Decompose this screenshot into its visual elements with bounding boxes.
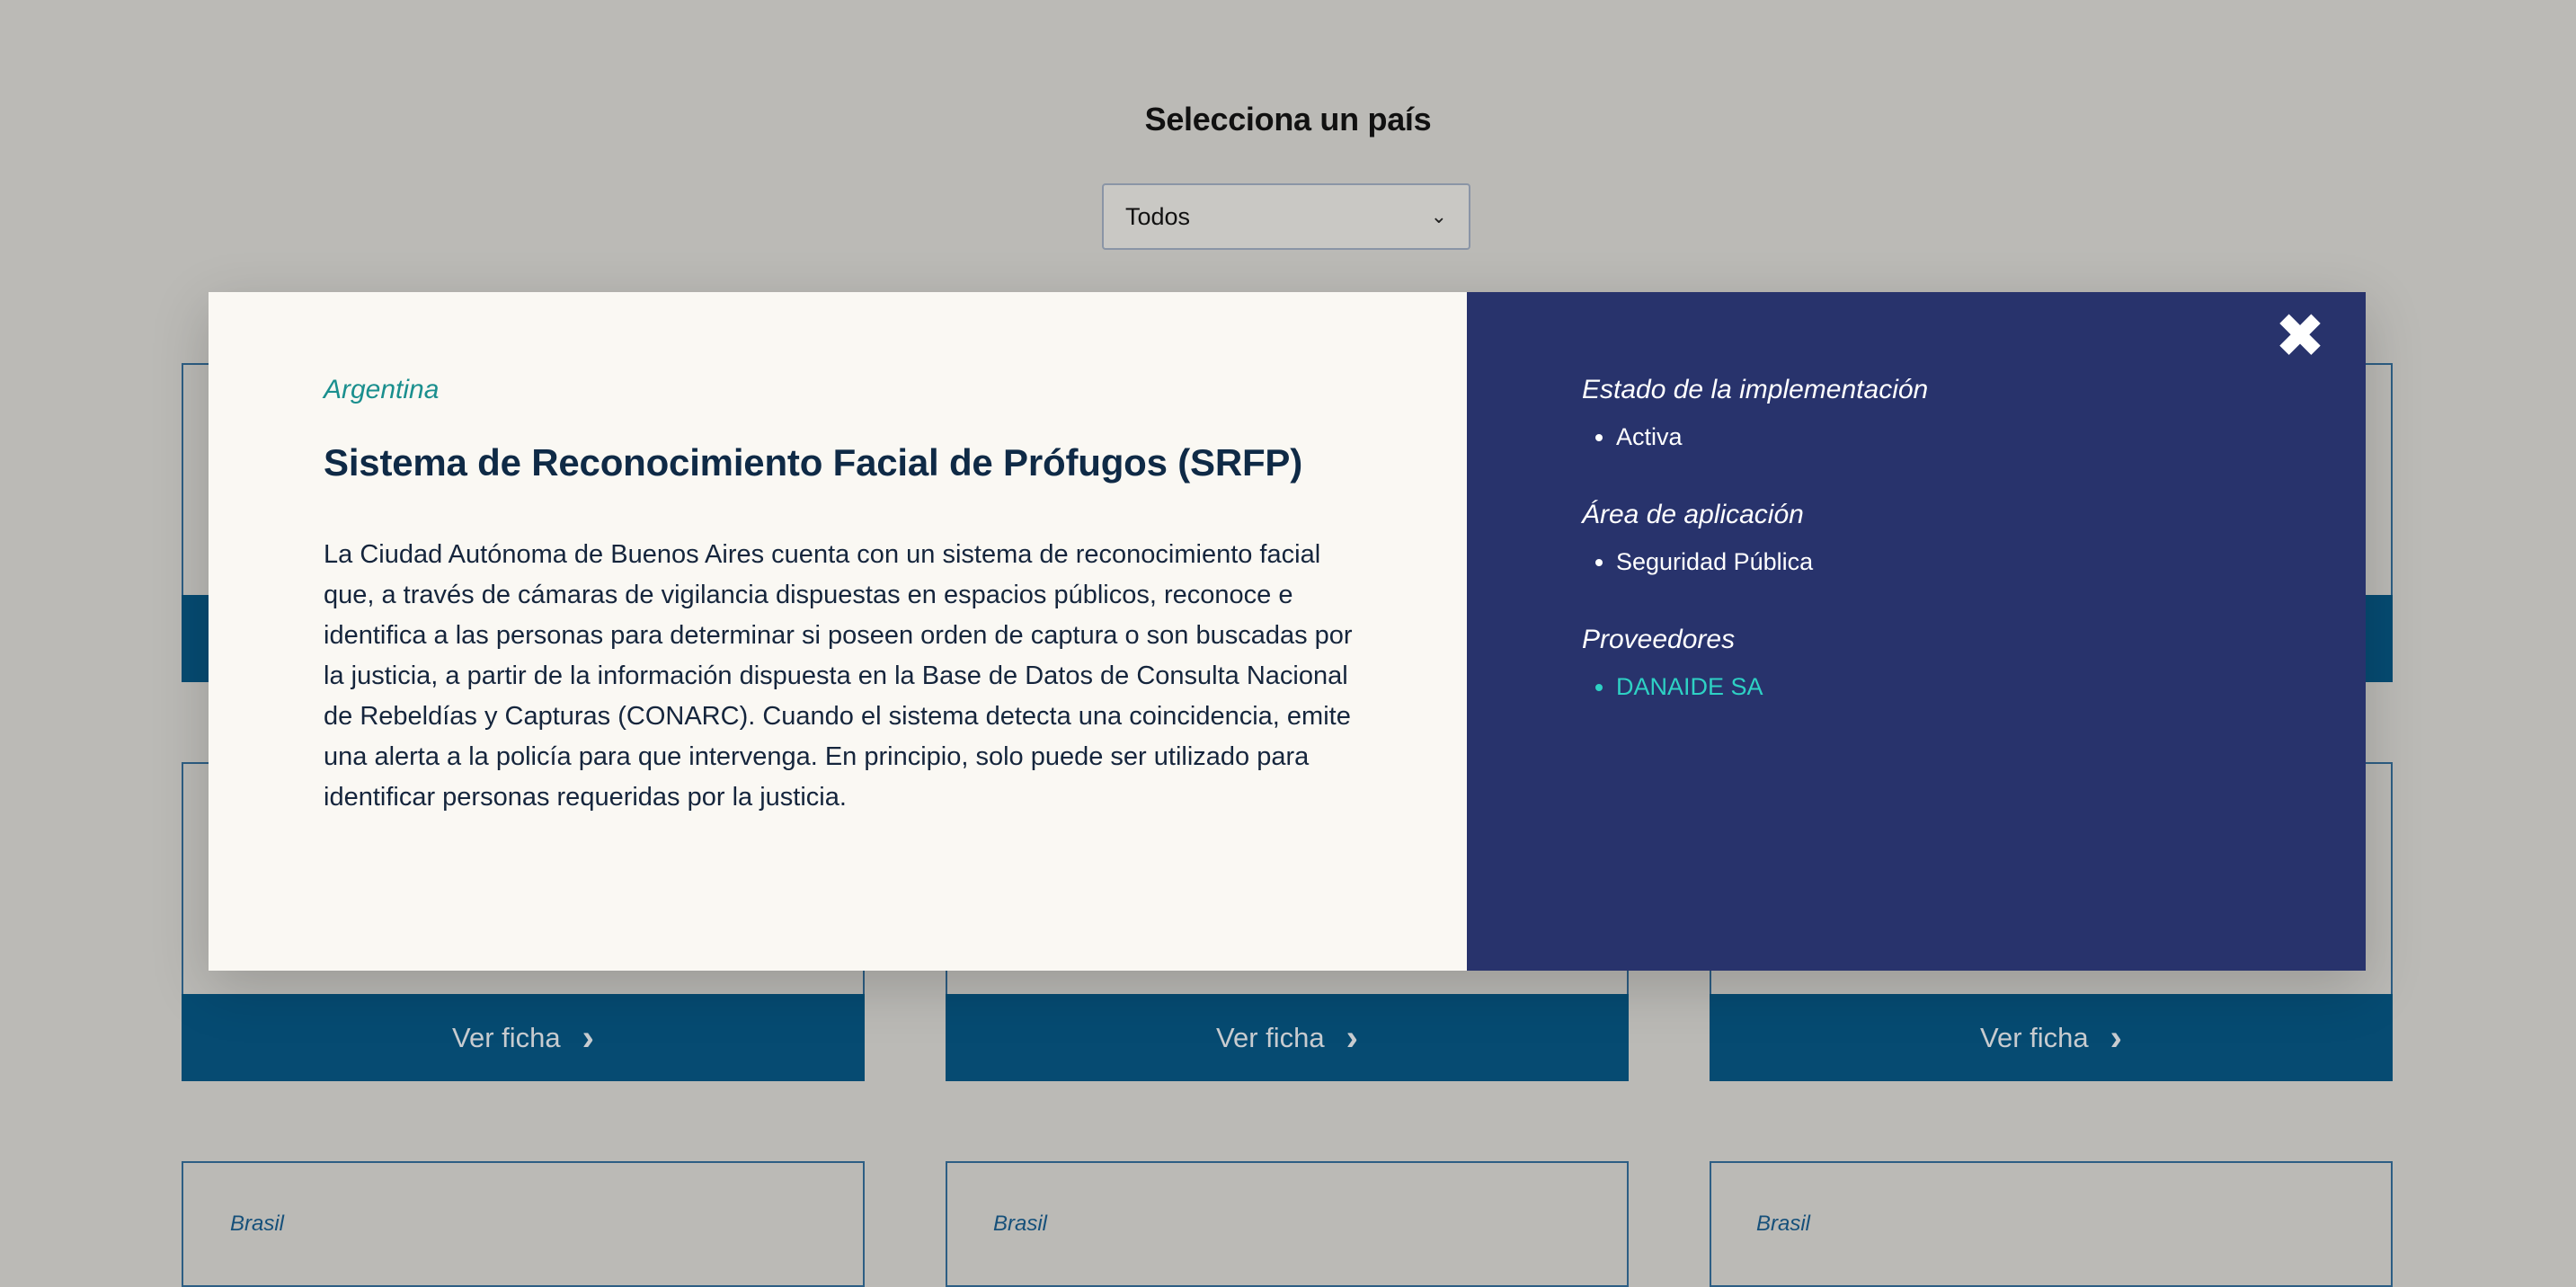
chevron-right-icon: › [582,1017,594,1058]
chevron-right-icon: › [2110,1017,2122,1058]
area-heading: Área de aplicación [1582,500,1804,529]
card-country: Brasil [1756,1212,1811,1236]
country-select-value: Todos [1125,202,1191,230]
status-heading: Estado de la implementación [1582,375,1929,404]
page-title: Selecciona un país [1144,101,1432,138]
country-select[interactable]: Todos ⌄ [1102,183,1470,250]
view-sheet-label: Ver ficha [1216,1021,1325,1053]
provider-link[interactable]: DANAIDE SA [1616,673,2258,701]
status-value: Activa [1616,423,2258,451]
project-detail-modal: Argentina Sistema de Reconocimiento Faci… [209,292,2366,971]
card-country: Brasil [230,1212,285,1236]
modal-info-panel: ✖ Estado de la implementación Activa Áre… [1467,292,2366,971]
view-sheet-button[interactable]: Ver ficha › [182,994,865,1081]
card-country: Brasil [993,1212,1048,1236]
modal-main-panel: Argentina Sistema de Reconocimiento Faci… [209,292,1467,971]
project-card[interactable] [1710,1161,2393,1287]
area-section: Área de aplicación Seguridad Pública [1582,500,2258,576]
view-sheet-button[interactable]: Ver ficha › [1710,994,2393,1081]
area-value: Seguridad Pública [1616,548,2258,576]
view-sheet-label: Ver ficha [1980,1021,2089,1053]
chevron-down-icon: ⌄ [1430,205,1447,227]
providers-section: Proveedores DANAIDE SA [1582,625,2258,701]
modal-country: Argentina [324,375,440,404]
view-sheet-label: Ver ficha [452,1021,561,1053]
modal-title: Sistema de Reconocimiento Facial de Próf… [324,441,1303,484]
status-section: Estado de la implementación Activa [1582,375,2258,451]
modal-description: La Ciudad Autónoma de Buenos Aires cuent… [324,540,1353,812]
close-icon[interactable]: ✖ [2269,305,2332,368]
view-sheet-button[interactable]: Ver ficha › [946,994,1629,1081]
chevron-right-icon: › [1346,1017,1358,1058]
project-card[interactable] [946,1161,1629,1287]
providers-heading: Proveedores [1582,625,1736,654]
